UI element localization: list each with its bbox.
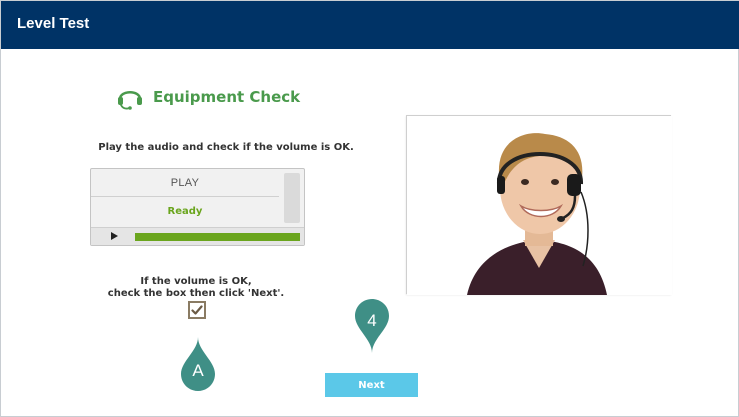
volume-instruction: If the volume is OK, check the box then … bbox=[91, 276, 301, 300]
progress-fill bbox=[135, 233, 300, 241]
app-window: Level Test Equipment Check Play the audi… bbox=[0, 0, 739, 417]
equipment-check-title: Equipment Check bbox=[153, 88, 301, 106]
player-status: Ready bbox=[167, 206, 203, 217]
equipment-check-heading: Equipment Check bbox=[115, 81, 300, 113]
play-icon[interactable] bbox=[111, 232, 118, 240]
callout-marker-a-label: A bbox=[192, 361, 204, 380]
progress-track[interactable] bbox=[135, 233, 300, 241]
audio-instruction: Play the audio and check if the volume i… bbox=[98, 142, 354, 153]
volume-instruction-line1: If the volume is OK, bbox=[140, 276, 252, 287]
audio-player: PLAY Ready bbox=[90, 168, 305, 246]
callout-marker-a: A bbox=[179, 335, 217, 393]
player-scrollbar[interactable] bbox=[284, 173, 300, 223]
next-button[interactable]: Next bbox=[325, 373, 418, 397]
checkmark-icon bbox=[191, 305, 203, 315]
callout-marker-4-label: 4 bbox=[367, 311, 377, 330]
player-controls bbox=[91, 227, 304, 245]
callout-marker-4: 4 bbox=[353, 297, 391, 355]
volume-instruction-line2: check the box then click 'Next'. bbox=[107, 288, 285, 299]
headset-person-photo bbox=[406, 115, 672, 295]
headset-icon bbox=[115, 82, 145, 112]
play-button[interactable]: PLAY bbox=[91, 169, 279, 197]
page-title: Level Test bbox=[17, 15, 90, 32]
volume-ok-checkbox[interactable] bbox=[188, 301, 206, 319]
header-bar: Level Test bbox=[1, 1, 739, 49]
